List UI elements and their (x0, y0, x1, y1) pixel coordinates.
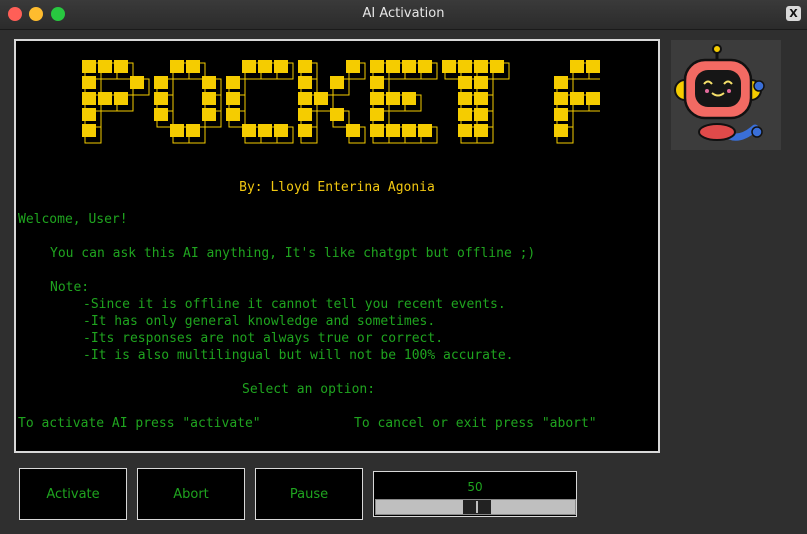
terminal-output: By: Lloyd Enterina Agonia Welcome, User!… (14, 39, 660, 453)
logo-pixel (82, 108, 96, 121)
logo-pixel (370, 60, 384, 73)
logo-pixel (226, 76, 240, 89)
logo-pixel (386, 124, 400, 137)
author-byline: By: Lloyd Enterina Agonia (239, 180, 435, 195)
logo-pixel (82, 76, 96, 89)
logo-pixel (474, 76, 488, 89)
note-line: -Since it is offline it cannot tell you … (83, 297, 506, 312)
logo-pixel (570, 60, 584, 73)
slider-track[interactable] (375, 499, 576, 515)
logo-pixel (474, 108, 488, 121)
x-close-icon[interactable]: X (786, 6, 801, 21)
slider-handle[interactable] (462, 500, 492, 514)
logo-pixel (458, 92, 472, 105)
logo-pixel (202, 76, 216, 89)
abort-hint: To cancel or exit press "abort" (354, 416, 597, 431)
logo-pixel (418, 124, 432, 137)
abort-button[interactable]: Abort (137, 468, 245, 520)
logo-pixel (154, 108, 168, 121)
logo-pixel (586, 92, 600, 105)
logo-pixel (402, 60, 416, 73)
logo-pixel (154, 76, 168, 89)
logo-pixel (402, 92, 416, 105)
logo-pixel (370, 124, 384, 137)
logo-pixel (130, 76, 144, 89)
logo-pixel (242, 124, 256, 137)
logo-pixel (570, 92, 584, 105)
logo-pixel (298, 92, 312, 105)
logo-pixel (258, 60, 272, 73)
logo-pixel (586, 60, 600, 73)
logo-pixel (274, 124, 288, 137)
logo-pixel (226, 108, 240, 121)
logo-pixel (554, 108, 568, 121)
logo-pixel (298, 108, 312, 121)
logo-pixel (114, 92, 128, 105)
logo-pixel (242, 60, 256, 73)
logo-pixel (370, 92, 384, 105)
note-line: -It has only general knowledge and somet… (83, 314, 436, 329)
logo-pixel (474, 124, 488, 137)
logo-pixel (490, 60, 504, 73)
logo-pixel (418, 60, 432, 73)
logo-pixel (170, 124, 184, 137)
robot-mascot-icon (671, 40, 781, 150)
logo-pixel (458, 60, 472, 73)
pocket-ai-logo (82, 60, 600, 144)
logo-pixel (226, 92, 240, 105)
logo-pixel (458, 108, 472, 121)
logo-pixel (474, 92, 488, 105)
window-title: AI Activation (362, 6, 445, 21)
welcome-text: Welcome, User! (18, 212, 128, 227)
logo-pixel (298, 76, 312, 89)
logo-pixel (82, 92, 96, 105)
note-heading: Note: (50, 280, 90, 295)
logo-pixel (474, 60, 488, 73)
logo-pixel (154, 92, 168, 105)
activate-hint: To activate AI press "activate" (18, 416, 261, 431)
logo-pixel (554, 76, 568, 89)
logo-pixel (386, 92, 400, 105)
logo-pixel (314, 92, 328, 105)
logo-pixel (554, 92, 568, 105)
select-prompt: Select an option: (242, 382, 376, 397)
logo-pixel (114, 60, 128, 73)
logo-pixel (98, 92, 112, 105)
logo-pixel (98, 60, 112, 73)
logo-pixel (330, 76, 344, 89)
logo-pixel (554, 124, 568, 137)
logo-pixel (186, 124, 200, 137)
logo-pixel (82, 124, 96, 137)
logo-pixel (186, 60, 200, 73)
logo-pixel (202, 108, 216, 121)
logo-pixel (258, 124, 272, 137)
logo-pixel (370, 76, 384, 89)
logo-pixel (458, 124, 472, 137)
logo-pixel (298, 124, 312, 137)
logo-pixel (402, 124, 416, 137)
logo-pixel (202, 92, 216, 105)
logo-pixel (458, 76, 472, 89)
logo-pixel (274, 60, 288, 73)
pause-button[interactable]: Pause (255, 468, 363, 520)
logo-pixel (346, 60, 360, 73)
intro-text: You can ask this AI anything, It's like … (50, 246, 536, 261)
logo-pixel (330, 108, 344, 121)
logo-pixel (442, 60, 456, 73)
note-line: -It is also multilingual but will not be… (83, 348, 514, 363)
logo-pixel (82, 60, 96, 73)
title-bar: AI Activation X (0, 0, 807, 30)
logo-pixel (170, 60, 184, 73)
logo-pixel (386, 60, 400, 73)
activate-button[interactable]: Activate (19, 468, 127, 520)
slider-value-label: 50 (467, 480, 483, 494)
logo-pixel (298, 60, 312, 73)
logo-pixel (370, 108, 384, 121)
note-line: -Its responses are not always true or co… (83, 331, 444, 346)
logo-pixel (346, 124, 360, 137)
value-slider[interactable]: 50 (373, 471, 577, 517)
